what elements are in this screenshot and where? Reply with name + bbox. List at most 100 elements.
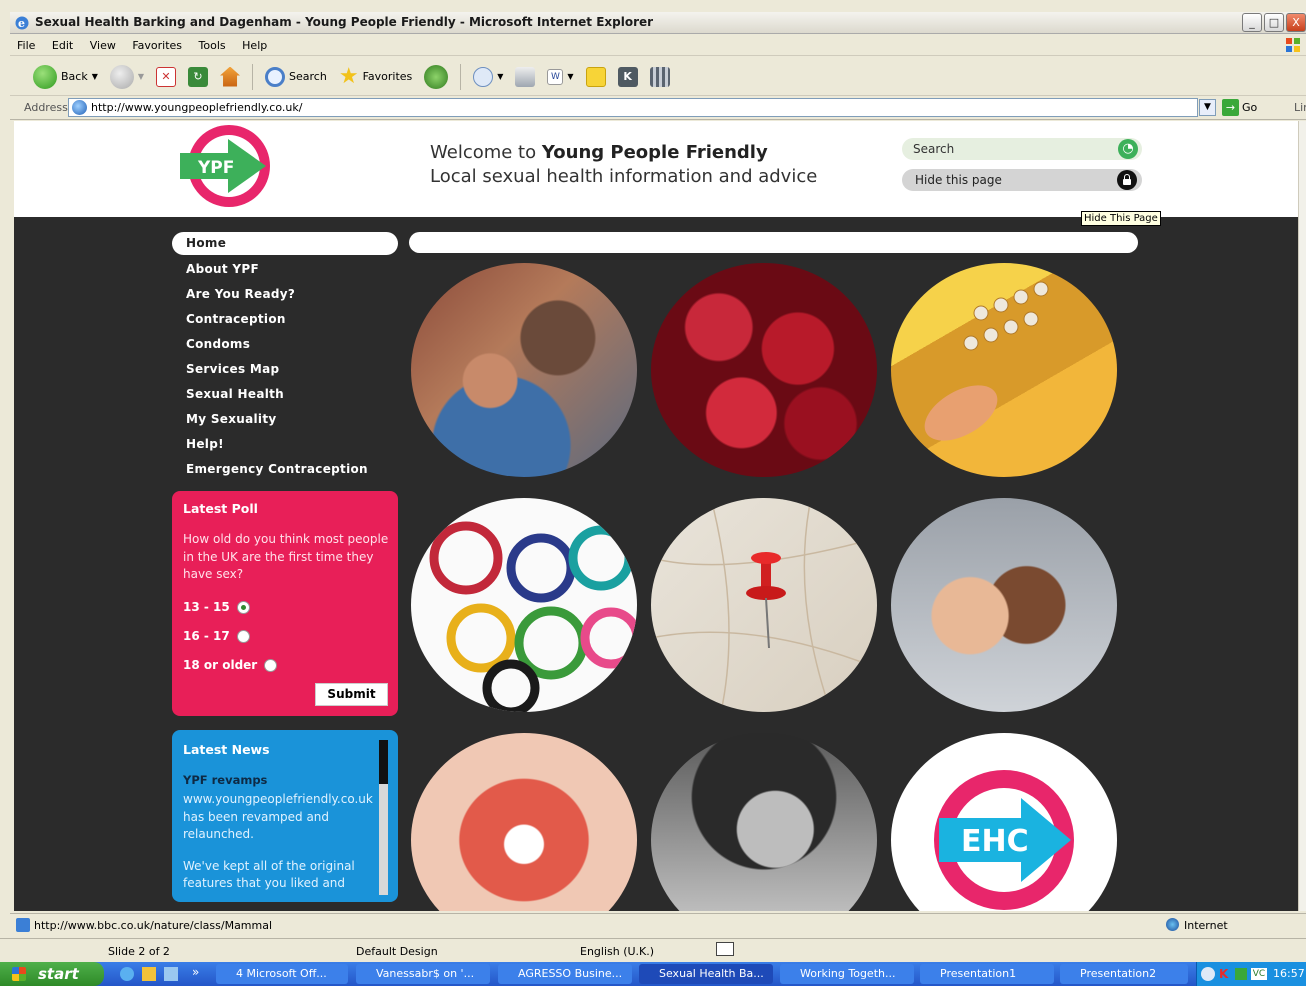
tile-condoms[interactable] (411, 498, 637, 712)
site-search-input[interactable]: Search ◔ (902, 138, 1142, 160)
tagline: Local sexual health information and advi… (430, 166, 818, 187)
address-input[interactable]: http://www.youngpeoplefriendly.co.uk/ (68, 98, 1198, 117)
word-icon: W (547, 68, 564, 85)
stop-icon: ✕ (156, 66, 177, 87)
star-icon: ★ (338, 64, 359, 89)
menu-file[interactable]: File (10, 36, 41, 52)
tile-about-couple[interactable] (411, 263, 637, 477)
menu-view[interactable]: View (83, 36, 122, 52)
tile-lips[interactable] (411, 733, 637, 911)
search-button[interactable]: Search (262, 63, 330, 91)
poll-option-16-17[interactable]: 16 - 17 (183, 629, 250, 643)
nav-sexual-health[interactable]: Sexual Health (172, 382, 398, 407)
maximize-button[interactable]: □ (1264, 13, 1284, 32)
taskbar-item-sexual-health[interactable]: Sexual Health Ba... (639, 964, 773, 984)
taskbar-item-label: Vanessabr$ on '... (376, 967, 475, 980)
page-scrollbar[interactable] (1298, 121, 1306, 911)
home-button[interactable] (217, 63, 243, 91)
taskbar-item-label: Presentation1 (940, 967, 1017, 980)
poll-option-18-or-older[interactable]: 18 or older (183, 658, 278, 672)
menu-favorites[interactable]: Favorites (125, 36, 188, 52)
poll-submit-button[interactable]: Submit (315, 683, 388, 706)
news-scrollbar[interactable] (379, 740, 388, 895)
radio-selected[interactable] (236, 600, 250, 614)
favorites-button[interactable]: ★ Favorites (336, 63, 415, 91)
poll-heading: Latest Poll (183, 501, 258, 516)
search-placeholder: Search (913, 142, 955, 156)
tray-network-icon[interactable] (1235, 968, 1247, 980)
nav-contraception[interactable]: Contraception (172, 307, 398, 332)
nav-my-sexuality[interactable]: My Sexuality (172, 407, 398, 432)
status-zone: Internet (1184, 919, 1228, 932)
search-go-icon[interactable]: ◔ (1118, 139, 1138, 159)
tile-holding-hands[interactable] (891, 498, 1117, 712)
news-item-title[interactable]: YPF revamps (183, 773, 267, 787)
go-button[interactable]: → Go (1222, 99, 1257, 116)
news-body: www.youngpeoplefriendly.co.uk has been r… (183, 791, 373, 893)
nav-help[interactable]: Help! (172, 432, 398, 457)
messenger-button[interactable] (647, 63, 673, 91)
film-icon (649, 66, 670, 87)
menu-help[interactable]: Help (235, 36, 273, 52)
taskbar-item-label: AGRESSO Busine... (518, 967, 623, 980)
menu-edit[interactable]: Edit (45, 36, 79, 52)
menu-tools[interactable]: Tools (192, 36, 232, 52)
taskbar-item-agresso[interactable]: AGRESSO Busine... (498, 964, 632, 984)
minimize-button[interactable]: _ (1242, 13, 1262, 32)
window-controls: _ □ X (1242, 13, 1306, 32)
quicklaunch-more-icon[interactable]: » (192, 965, 199, 979)
quicklaunch-desktop-icon[interactable] (164, 967, 178, 981)
start-button[interactable]: start (0, 962, 104, 986)
slide-indicator: Slide 2 of 2 (108, 945, 170, 958)
print-button[interactable] (512, 63, 538, 91)
quicklaunch-ie-icon[interactable] (120, 967, 134, 981)
refresh-button[interactable]: ↻ (185, 63, 211, 91)
nav-home[interactable]: Home (172, 232, 398, 255)
design-name: Default Design (356, 945, 438, 958)
nav-are-you-ready[interactable]: Are You Ready? (172, 282, 398, 307)
poll-option-13-15[interactable]: 13 - 15 (183, 600, 250, 614)
hide-page-button[interactable]: Hide this page (902, 169, 1142, 191)
radio[interactable] (264, 658, 278, 672)
forward-button[interactable]: ▼ (107, 63, 147, 91)
history-button[interactable] (421, 63, 451, 91)
taskbar-item-vanessa[interactable]: Vanessabr$ on '... (356, 964, 490, 984)
pill-pack-art (924, 281, 1049, 441)
nav-condoms[interactable]: Condoms (172, 332, 398, 357)
taskbar-item-microsoft-office[interactable]: 4 Microsoft Off... (216, 964, 348, 984)
tray-vc-icon[interactable]: VC (1251, 968, 1267, 980)
stop-button[interactable]: ✕ (153, 63, 179, 91)
news-paragraph: We've kept all of the original features … (183, 858, 355, 891)
quicklaunch-outlook-icon[interactable] (142, 967, 156, 981)
tray-back-icon[interactable] (1201, 967, 1215, 981)
nav-about-ypf[interactable]: About YPF (172, 257, 398, 282)
latest-news-panel: Latest News YPF revamps www.youngpeoplef… (172, 730, 398, 902)
poll-option-label: 16 - 17 (183, 629, 230, 643)
tile-cherries[interactable] (651, 263, 877, 477)
tile-worried-girl[interactable] (651, 733, 877, 911)
favorites-label: Favorites (362, 70, 413, 83)
radio[interactable] (236, 629, 250, 643)
mail-button[interactable]: ▼ (470, 63, 506, 91)
kaspersky-button[interactable]: K (615, 63, 641, 91)
tile-ehc[interactable]: EHC (891, 733, 1117, 911)
ypf-logo[interactable]: YPF (178, 123, 276, 209)
taskbar-item-presentation1[interactable]: Presentation1 (920, 964, 1054, 984)
notes-button[interactable] (583, 63, 609, 91)
edit-button[interactable]: W ▼ (544, 63, 576, 91)
tile-pill-pack[interactable] (891, 263, 1117, 477)
address-bar: Address http://www.youngpeoplefriendly.c… (10, 96, 1306, 120)
standard-toolbar: Back ▼ ▼ ✕ ↻ Search ★ Favorites ▼ W ▼ K (10, 58, 1306, 96)
tray-kaspersky-icon[interactable]: K (1219, 967, 1228, 981)
system-tray: K VC 16:57 (1196, 962, 1306, 986)
address-dropdown-button[interactable]: ▼ (1199, 99, 1216, 116)
taskbar-item-working-together[interactable]: Working Togeth... (780, 964, 914, 984)
close-button[interactable]: X (1286, 13, 1306, 32)
nav-services-map[interactable]: Services Map (172, 357, 398, 382)
nav-emergency-contraception[interactable]: Emergency Contraception (172, 457, 398, 482)
address-url: http://www.youngpeoplefriendly.co.uk/ (91, 101, 303, 114)
back-button[interactable]: Back ▼ (30, 63, 101, 91)
tile-services-map[interactable] (651, 498, 877, 712)
links-label[interactable]: Link (1294, 101, 1306, 114)
taskbar-item-presentation2[interactable]: Presentation2 (1060, 964, 1188, 984)
